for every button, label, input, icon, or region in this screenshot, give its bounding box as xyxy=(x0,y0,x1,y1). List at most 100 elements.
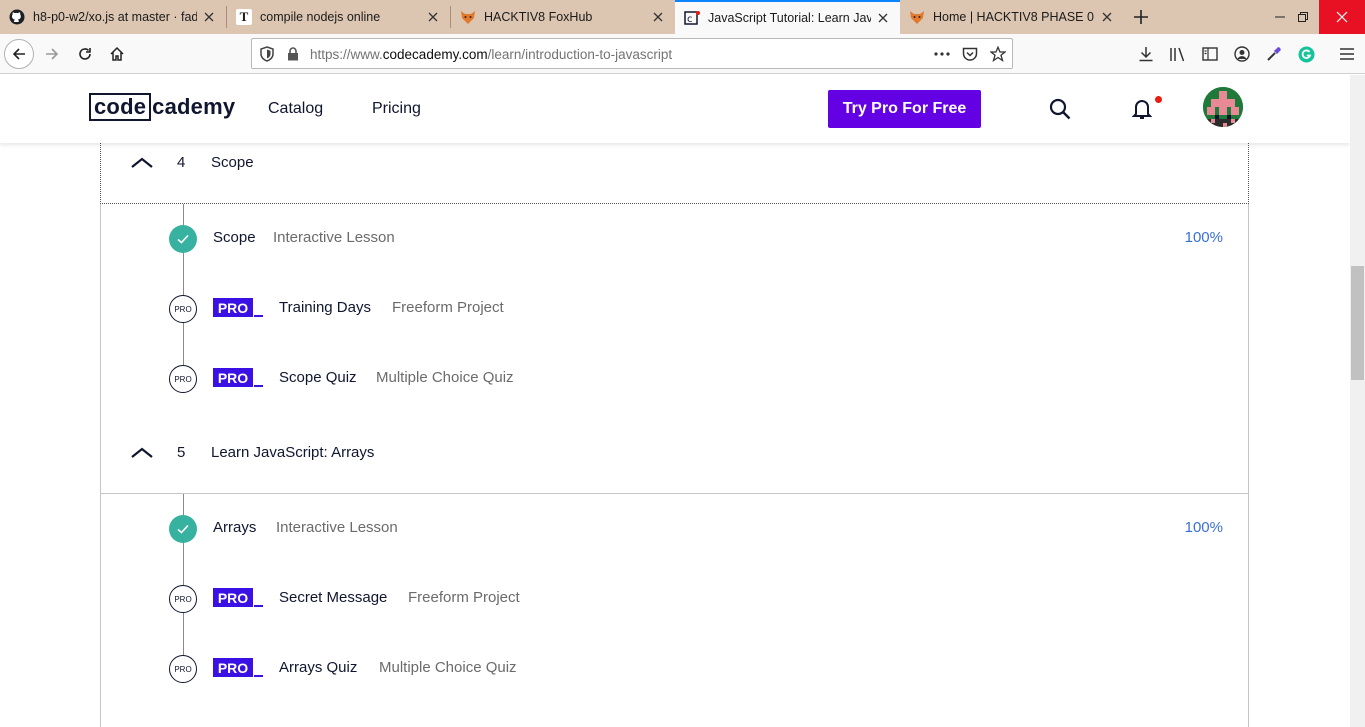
lesson-name[interactable]: Scope Quiz xyxy=(279,369,357,386)
reload-icon xyxy=(79,48,91,60)
tab-title: h8-p0-w2/xo.js at master · fadh xyxy=(33,10,197,24)
site-header: code cademy Catalog Pricing Try Pro For F… xyxy=(0,75,1350,143)
tab-title: Home | HACKTIV8 PHASE 0 DE xyxy=(933,10,1095,24)
grammarly-icon[interactable] xyxy=(1297,45,1315,63)
pro-badge-label: PRO xyxy=(213,588,253,607)
pro-lock-marker: PRO xyxy=(169,295,197,323)
lesson-row[interactable]: PRO PRO Training Days Freeform Project xyxy=(101,274,1248,344)
lesson-name[interactable]: Training Days xyxy=(279,299,371,316)
tab-github[interactable]: h8-p0-w2/xo.js at master · fadh xyxy=(0,0,226,34)
avatar[interactable] xyxy=(1203,87,1243,127)
module-number: 5 xyxy=(177,444,186,461)
arrow-right-icon xyxy=(46,48,59,60)
module-header[interactable] xyxy=(100,703,1249,727)
bell-icon[interactable] xyxy=(1130,97,1154,121)
lesson-name[interactable]: Secret Message xyxy=(279,589,387,606)
shield-icon[interactable] xyxy=(259,46,275,62)
pro-badge: PRO xyxy=(213,298,263,321)
library-icon[interactable] xyxy=(1169,45,1187,63)
page-scrollbar[interactable] xyxy=(1350,75,1365,727)
lesson-type: Multiple Choice Quiz xyxy=(376,369,514,386)
lesson-name[interactable]: Arrays xyxy=(213,519,256,536)
tab-title: HACKTIV8 FoxHub xyxy=(484,10,593,24)
codecademy-logo[interactable]: code cademy xyxy=(89,93,235,121)
svg-text:c: c xyxy=(687,14,693,25)
restore-icon xyxy=(1298,12,1308,22)
pro-badge-label: PRO xyxy=(213,368,253,387)
lock-icon[interactable] xyxy=(285,46,301,62)
lesson-name[interactable]: Scope xyxy=(213,229,256,246)
account-icon[interactable] xyxy=(1233,45,1251,63)
lesson-row[interactable]: PRO PRO Arrays Quiz Multiple Choice Quiz xyxy=(101,634,1248,704)
chevron-up-icon[interactable] xyxy=(130,445,154,459)
lesson-row[interactable]: PRO PRO Scope Quiz Multiple Choice Quiz xyxy=(101,344,1248,414)
notification-dot xyxy=(1155,96,1162,103)
nav-catalog[interactable]: Catalog xyxy=(268,100,323,118)
close-tab-icon[interactable] xyxy=(646,5,670,29)
eyedropper-icon[interactable] xyxy=(1265,45,1283,63)
pro-lock-marker: PRO xyxy=(169,365,197,393)
pro-badge: PRO xyxy=(213,588,263,611)
tab-compile-nodejs[interactable]: T compile nodejs online xyxy=(227,0,450,34)
cursor-underscore xyxy=(254,315,263,317)
close-tab-icon[interactable] xyxy=(197,5,221,29)
lesson-row[interactable]: Scope Interactive Lesson 100% xyxy=(101,204,1248,274)
back-button[interactable] xyxy=(4,39,34,69)
tab-codecademy[interactable]: c JavaScript Tutorial: Learn JavaS xyxy=(675,0,900,34)
lesson-type: Freeform Project xyxy=(408,589,520,606)
hamburger-menu-icon[interactable] xyxy=(1338,45,1356,63)
forward-button[interactable] xyxy=(37,39,67,69)
search-icon[interactable] xyxy=(1048,97,1072,121)
logo-text: cademy xyxy=(152,94,236,119)
try-pro-button[interactable]: Try Pro For Free xyxy=(828,90,981,128)
sidebar-icon[interactable] xyxy=(1201,45,1219,63)
pro-badge-label: PRO xyxy=(213,658,253,677)
pro-badge: PRO xyxy=(213,658,263,681)
module-lessons: Arrays Interactive Lesson 100% PRO PRO S… xyxy=(100,494,1249,704)
typora-t-icon: T xyxy=(236,9,252,25)
download-icon[interactable] xyxy=(1137,45,1155,63)
module-title: Learn JavaScript: Arrays xyxy=(211,444,375,461)
lesson-row[interactable]: Arrays Interactive Lesson 100% xyxy=(101,494,1248,564)
logo-boxed-text: code xyxy=(89,93,152,121)
pixel-avatar-icon xyxy=(1203,87,1243,127)
star-bookmark-icon[interactable] xyxy=(990,46,1006,62)
nav-pricing[interactable]: Pricing xyxy=(372,100,421,118)
module-number: 4 xyxy=(177,154,186,171)
lesson-row[interactable]: PRO PRO Secret Message Freeform Project xyxy=(101,564,1248,634)
cursor-underscore xyxy=(254,385,263,387)
home-icon xyxy=(110,46,124,61)
arrow-left-icon xyxy=(12,48,25,60)
pro-lock-marker: PRO xyxy=(169,655,197,683)
scrollbar-thumb[interactable] xyxy=(1351,266,1364,380)
home-button[interactable] xyxy=(102,39,132,69)
lesson-name[interactable]: Arrays Quiz xyxy=(279,659,357,676)
reload-button[interactable] xyxy=(70,39,100,69)
close-window-button[interactable] xyxy=(1319,0,1365,34)
module-header[interactable]: 4 Scope xyxy=(100,135,1249,204)
fox-icon xyxy=(909,9,925,25)
plus-icon xyxy=(1134,10,1148,24)
close-icon xyxy=(1336,11,1348,23)
browser-nav-bar: https://www.codecademy.com/learn/introdu… xyxy=(0,34,1365,74)
close-tab-icon[interactable] xyxy=(421,5,445,29)
tab-title: compile nodejs online xyxy=(260,10,381,24)
close-tab-icon[interactable] xyxy=(1095,5,1119,29)
close-tab-icon[interactable] xyxy=(871,6,895,30)
url-bar[interactable]: https://www.codecademy.com/learn/introdu… xyxy=(251,38,1013,69)
new-tab-button[interactable] xyxy=(1128,4,1154,30)
module-header[interactable]: 5 Learn JavaScript: Arrays xyxy=(100,412,1249,494)
lesson-progress: 100% xyxy=(1184,229,1223,246)
url-text[interactable]: https://www.codecademy.com/learn/introdu… xyxy=(310,47,672,62)
more-actions-icon[interactable] xyxy=(934,46,950,62)
tab-hacktiv8-home[interactable]: Home | HACKTIV8 PHASE 0 DE xyxy=(900,0,1124,34)
tab-title: JavaScript Tutorial: Learn JavaS xyxy=(708,11,871,25)
chevron-up-icon[interactable] xyxy=(130,155,154,169)
cursor-underscore xyxy=(254,675,263,677)
tab-foxhub[interactable]: HACKTIV8 FoxHub xyxy=(451,0,675,34)
lesson-type: Interactive Lesson xyxy=(273,229,395,246)
fox-icon xyxy=(460,9,476,25)
page-viewport: 4 Scope Scope Interactive Lesson 100% PR… xyxy=(0,75,1350,727)
pocket-icon[interactable] xyxy=(962,46,978,62)
pro-badge-label: PRO xyxy=(213,298,253,317)
